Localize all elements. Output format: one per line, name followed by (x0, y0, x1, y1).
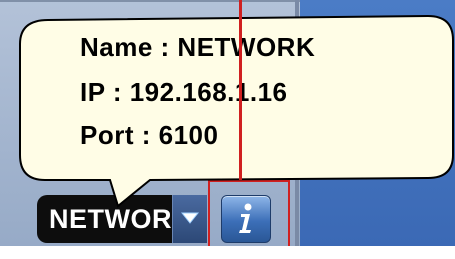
tooltip-ip-line: IP : 192.168.1.16 (80, 77, 288, 107)
annotation-pointer-line (239, 0, 242, 180)
tooltip-port-line: Port : 6100 (80, 120, 219, 150)
tooltip-name-line: Name : NETWORK (80, 32, 316, 62)
